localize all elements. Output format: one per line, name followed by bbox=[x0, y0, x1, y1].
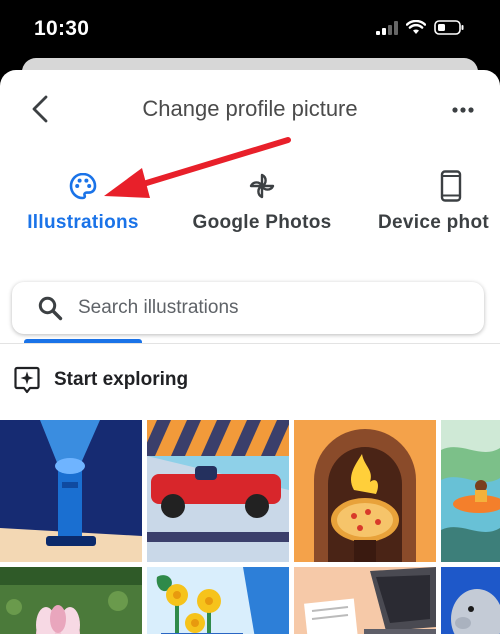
wifi-icon bbox=[406, 20, 426, 34]
race-car-illustration[interactable] bbox=[147, 420, 289, 562]
lotus-illustration[interactable] bbox=[0, 567, 142, 634]
more-options-button[interactable] bbox=[448, 98, 478, 122]
status-icons bbox=[376, 20, 464, 35]
status-time: 10:30 bbox=[34, 17, 90, 40]
battery-icon bbox=[434, 20, 464, 35]
river-raft-illustration[interactable] bbox=[441, 420, 500, 562]
search-bar[interactable] bbox=[12, 282, 484, 334]
search-input[interactable] bbox=[76, 296, 460, 320]
daffodils-illustration[interactable] bbox=[147, 567, 289, 634]
flashlight-illustration[interactable] bbox=[0, 420, 142, 562]
tab-device-photos[interactable]: Device phot bbox=[378, 166, 500, 248]
sparkle-icon bbox=[14, 366, 40, 394]
signal-icon bbox=[376, 20, 398, 35]
page-title: Change profile picture bbox=[142, 96, 358, 121]
tab-divider bbox=[0, 343, 500, 344]
palette-icon bbox=[69, 172, 97, 200]
section-title: Start exploring bbox=[54, 369, 189, 390]
profile-picture-sheet: Change profile picture Illustrations Goo… bbox=[0, 70, 500, 634]
tab-label: Device phot bbox=[378, 212, 489, 233]
start-exploring-section: Start exploring bbox=[14, 366, 188, 394]
phone-icon bbox=[440, 170, 462, 202]
more-vert-icon bbox=[452, 107, 474, 113]
pizza-oven-illustration[interactable] bbox=[294, 420, 436, 562]
manatee-illustration[interactable] bbox=[441, 567, 500, 634]
illustration-grid bbox=[0, 420, 500, 634]
annotation-arrow-icon bbox=[104, 137, 291, 198]
laptop-desk-illustration[interactable] bbox=[294, 567, 436, 634]
tab-label: Google Photos bbox=[192, 212, 332, 233]
tab-label: Illustrations bbox=[27, 212, 139, 233]
search-icon bbox=[36, 294, 64, 322]
status-bar: 10:30 bbox=[0, 0, 500, 60]
